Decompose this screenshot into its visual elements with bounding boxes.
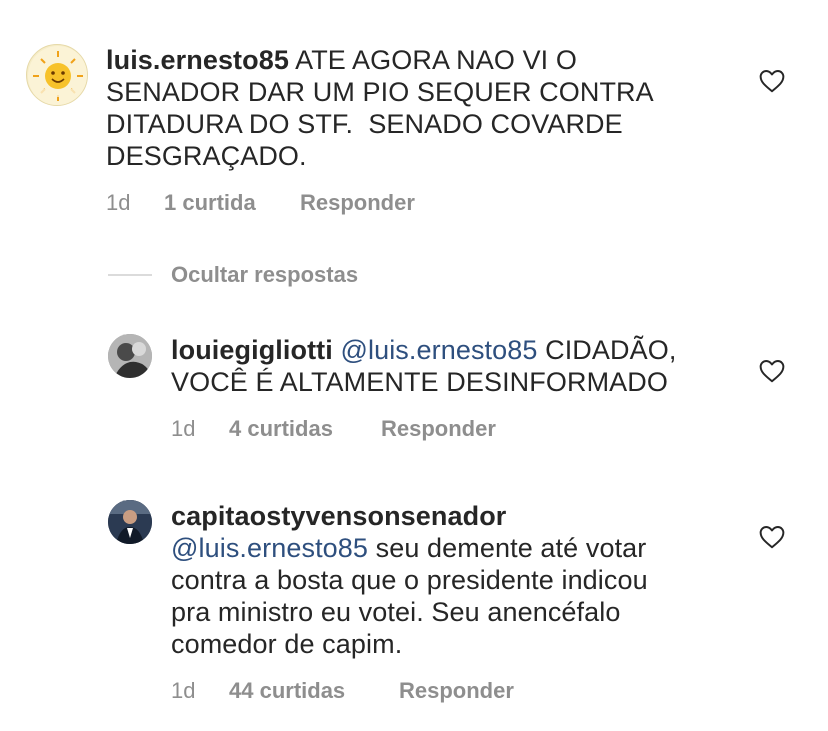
comment-likes[interactable]: 4 curtidas xyxy=(229,416,333,442)
reply-button[interactable]: Responder xyxy=(300,190,415,216)
reply-button[interactable]: Responder xyxy=(399,678,514,704)
comment-username[interactable]: louiegigliotti xyxy=(171,335,333,365)
avatar[interactable] xyxy=(108,334,152,378)
comment-text: luis.ernesto85 ATE AGORA NAO VI O SENADO… xyxy=(106,44,766,172)
comment-username[interactable]: luis.ernesto85 xyxy=(106,45,289,75)
comment-text: capitaostyvensonsenador @luis.ernesto85 … xyxy=(171,500,731,660)
comment-time: 1d xyxy=(106,190,131,215)
hide-replies-label[interactable]: Ocultar respostas xyxy=(171,262,358,288)
comment-text: louiegigliotti @luis.ernesto85 CIDADÃO, … xyxy=(171,334,731,398)
avatar[interactable] xyxy=(108,500,152,544)
divider-line xyxy=(108,274,152,276)
comment-username[interactable]: capitaostyvensonsenador xyxy=(171,501,506,531)
comment-likes[interactable]: 1 curtida xyxy=(164,190,256,216)
comment-likes[interactable]: 44 curtidas xyxy=(229,678,345,704)
heart-outline-icon[interactable] xyxy=(759,69,785,93)
comment-time: 1d xyxy=(171,678,196,703)
heart-outline-icon[interactable] xyxy=(759,359,785,383)
mention-link[interactable]: @luis.ernesto85 xyxy=(340,335,537,365)
user-photo-image xyxy=(108,334,152,378)
heart-outline-icon[interactable] xyxy=(759,525,785,549)
mention-link[interactable]: @luis.ernesto85 xyxy=(171,533,368,563)
comment-time: 1d xyxy=(171,416,196,441)
avatar[interactable] xyxy=(26,44,88,106)
user-photo-image xyxy=(108,500,152,544)
reply-button[interactable]: Responder xyxy=(381,416,496,442)
sun-avatar-image xyxy=(28,46,87,105)
